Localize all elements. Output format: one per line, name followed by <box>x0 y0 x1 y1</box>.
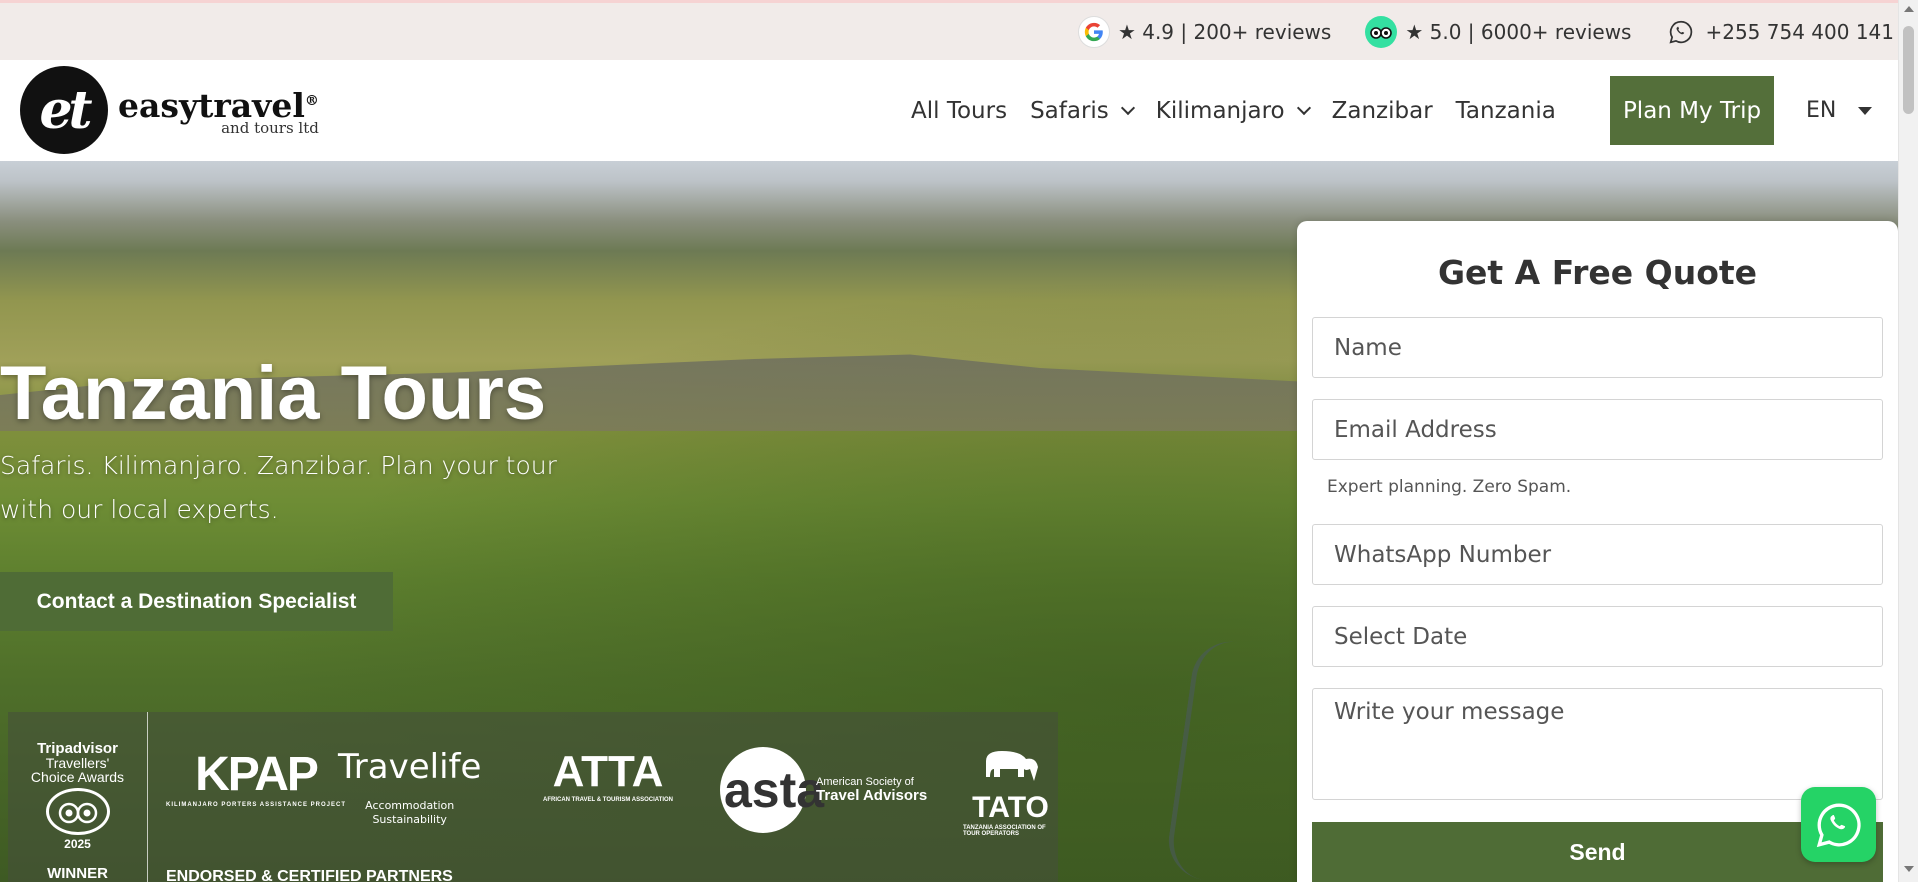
partner-badges: Tripadvisor Travellers' Choice Awards 20… <box>8 712 1058 882</box>
hero-background-river <box>1163 636 1277 882</box>
nav-kilimanjaro-label: Kilimanjaro <box>1155 97 1285 124</box>
tato-logo-sub: TANZANIA ASSOCIATION OF TOUR OPERATORS <box>963 825 1046 837</box>
spam-hint: Expert planning. Zero Spam. <box>1327 477 1572 497</box>
chevron-down-icon <box>1120 100 1135 115</box>
travelife-logo-sub2: Sustainability <box>372 813 447 826</box>
name-input[interactable]: Name <box>1312 317 1883 378</box>
main-header: et easytravel® and tours ltd All Tours S… <box>0 60 1898 161</box>
nav-tanzania[interactable]: Tanzania <box>1456 98 1556 124</box>
nav-all-tours[interactable]: All Tours <box>911 98 1007 124</box>
endorsed-label: ENDORSED & CERTIFIED PARTNERS <box>166 868 453 882</box>
tripadvisor-rating-text: ★ 5.0 | 6000+ reviews <box>1405 19 1632 44</box>
tripadvisor-rating[interactable]: ★ 5.0 | 6000+ reviews <box>1365 15 1632 48</box>
whatsapp-icon <box>1665 16 1697 48</box>
kpap-logo-text: KPAP <box>195 748 319 801</box>
tripadvisor-award-badge: Tripadvisor Travellers' Choice Awards 20… <box>8 712 148 882</box>
owl-icon <box>45 788 110 835</box>
award-line2: Choice Awards <box>30 769 125 785</box>
travelife-logo: Travelife Accommodation Sustainability <box>338 747 481 827</box>
whatsapp-icon <box>1816 803 1861 847</box>
free-quote-form: Get A Free Quote Name Email Address Expe… <box>1297 221 1898 882</box>
whatsapp-number-input[interactable]: WhatsApp Number <box>1312 524 1883 585</box>
scroll-thumb[interactable] <box>1903 26 1914 114</box>
page-scrollbar[interactable] <box>1898 0 1918 882</box>
kpap-logo: KPAP KILIMANJARO PORTERS ASSISTANCE PROJ… <box>166 747 346 808</box>
date-input[interactable]: Select Date <box>1312 606 1883 667</box>
award-year: 2025 <box>64 837 91 851</box>
google-rating[interactable]: ★ 4.9 | 200+ reviews <box>1077 15 1332 48</box>
asta-logo: asta American Society of Travel Advisors <box>720 747 927 833</box>
contact-specialist-button[interactable]: Contact a Destination Specialist <box>0 572 393 631</box>
email-input[interactable]: Email Address <box>1312 399 1883 460</box>
tato-logo: TATO TANZANIA ASSOCIATION OF TOUR OPERAT… <box>963 747 1058 837</box>
nav-all-tours-label: All Tours <box>911 97 1008 124</box>
language-label: EN <box>1806 98 1837 123</box>
travelife-logo-sub1: Accommodation <box>365 799 455 812</box>
nav-zanzibar[interactable]: Zanzibar <box>1332 98 1433 124</box>
scroll-up-arrow-icon[interactable] <box>1904 6 1914 12</box>
award-brand: Tripadvisor <box>37 740 118 757</box>
asta-logo-line2: Travel Advisors <box>816 787 928 804</box>
registered-mark: ® <box>304 92 319 109</box>
logo-mark: et <box>20 66 108 154</box>
atta-logo-sub: AFRICAN TRAVEL & TOURISM ASSOCIATION <box>543 797 674 803</box>
google-icon <box>1077 15 1110 48</box>
nav-safaris-label: Safaris <box>1030 97 1109 124</box>
hero-title: Tanzania Tours <box>0 351 547 436</box>
tato-logo-text: TATO <box>972 791 1049 824</box>
phone-contact[interactable]: +255 754 400 141 <box>1665 16 1894 48</box>
main-nav: All Tours Safaris Kilimanjaro Zanzibar T… <box>911 60 1579 161</box>
atta-logo-text: ATTA <box>552 747 664 796</box>
kpap-logo-sub: KILIMANJARO PORTERS ASSISTANCE PROJECT <box>166 802 347 808</box>
travelife-logo-text: Travelife <box>338 747 482 787</box>
asta-logo-text: asta <box>720 747 824 833</box>
nav-safaris[interactable]: Safaris <box>1030 97 1135 124</box>
hero-subtitle: Safaris. Kilimanjaro. Zanzibar. Plan you… <box>0 451 557 524</box>
asta-logo-caption: American Society of Travel Advisors <box>816 776 927 804</box>
atta-logo: ATTA AFRICAN TRAVEL & TOURISM ASSOCIATIO… <box>543 747 673 803</box>
elephant-icon <box>976 747 1046 791</box>
nav-tanzania-label: Tanzania <box>1455 97 1556 124</box>
nav-zanzibar-label: Zanzibar <box>1331 97 1433 124</box>
scroll-down-arrow-icon[interactable] <box>1904 866 1914 872</box>
award-line1: Travellers' <box>45 755 110 771</box>
caret-down-icon <box>1858 106 1873 115</box>
award-status: WINNER <box>47 865 108 882</box>
top-bar: ★ 4.9 | 200+ reviews ★ 5.0 | 6000+ revie… <box>0 0 1898 60</box>
send-button[interactable]: Send <box>1312 822 1883 882</box>
tripadvisor-icon <box>1365 15 1398 48</box>
message-textarea[interactable]: Write your message <box>1312 688 1883 800</box>
logo-subtitle: and tours ltd <box>221 118 319 137</box>
language-selector[interactable]: EN <box>1806 60 1873 161</box>
plan-my-trip-button[interactable]: Plan My Trip <box>1610 76 1774 145</box>
logo[interactable]: et easytravel® and tours ltd <box>20 66 319 154</box>
phone-number: +255 754 400 141 <box>1705 19 1894 44</box>
partners-row: KPAP KILIMANJARO PORTERS ASSISTANCE PROJ… <box>148 712 1058 882</box>
nav-kilimanjaro[interactable]: Kilimanjaro <box>1155 97 1311 124</box>
whatsapp-chat-button[interactable] <box>1801 787 1876 862</box>
google-rating-text: ★ 4.9 | 200+ reviews <box>1117 19 1332 44</box>
quote-form-title: Get A Free Quote <box>1437 253 1758 292</box>
chevron-down-icon <box>1296 100 1311 115</box>
logo-text: easytravel® and tours ltd <box>118 84 319 137</box>
